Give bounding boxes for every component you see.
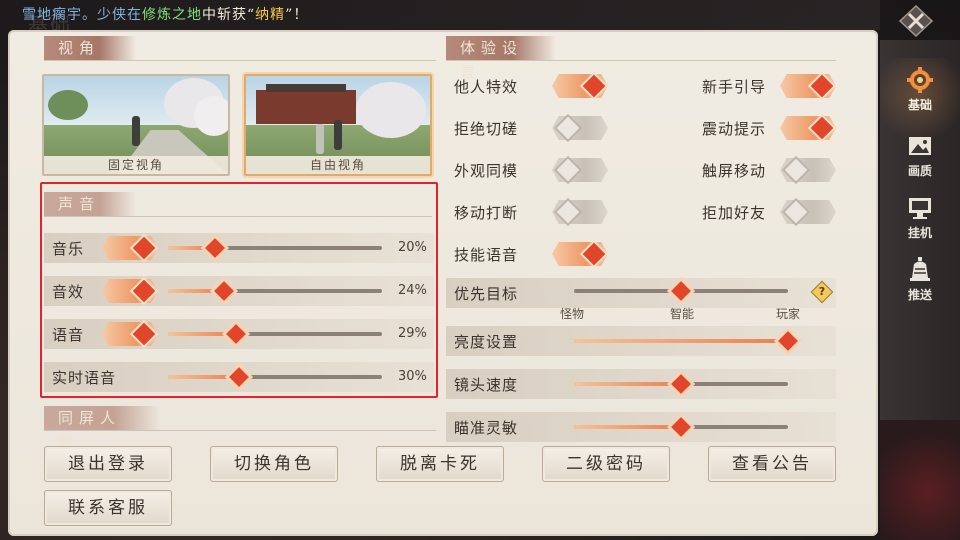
experience-label-7: 拒加好友 <box>702 204 767 222</box>
sound-slider-1[interactable] <box>168 281 382 301</box>
broadcast-mid: 中斩获“ <box>202 7 256 23</box>
slider-knob[interactable] <box>226 324 247 344</box>
experience-label-8: 技能语音 <box>454 246 519 264</box>
experience-toggle-5[interactable] <box>780 158 836 182</box>
sound-label-0: 音乐 <box>52 240 85 258</box>
experience-label-1: 新手引导 <box>702 78 767 96</box>
view-announcement-button[interactable]: 查看公告 <box>708 446 836 482</box>
sound-divider <box>44 216 432 217</box>
sound-percent-1: 24% <box>398 283 427 298</box>
experience-toggle-0[interactable] <box>552 74 608 98</box>
sidebar-item-label: 挂机 <box>907 226 932 240</box>
bell-icon <box>906 256 934 284</box>
monitor-icon <box>906 194 934 222</box>
priority-tick-monster: 怪物 <box>560 307 585 321</box>
experience-label-4: 外观同模 <box>454 162 519 180</box>
slider-knob[interactable] <box>228 367 249 387</box>
sidebar-item-2[interactable]: 挂机 <box>880 188 960 248</box>
sound-toggle-2[interactable] <box>102 322 158 346</box>
gear-icon <box>906 66 934 94</box>
picture-icon <box>906 132 934 160</box>
sidebar-item-3[interactable]: 推送 <box>880 250 960 310</box>
contact-support-button[interactable]: 联系客服 <box>44 490 172 526</box>
broadcast-suffix: ”！ <box>285 7 309 23</box>
dragon-decoration <box>880 420 960 540</box>
slider-knob[interactable] <box>671 281 691 301</box>
experience-slider-1[interactable] <box>574 374 788 394</box>
experience-slider-2[interactable] <box>574 417 788 437</box>
experience-label-3: 震动提示 <box>702 120 767 138</box>
priority-slider[interactable] <box>574 281 788 301</box>
broadcast-place: 修炼之地 <box>142 7 202 23</box>
switch-character-button[interactable]: 切换角色 <box>210 446 338 482</box>
same-screen-section-title: 同屏人数 <box>44 406 160 451</box>
logout-button[interactable]: 退出登录 <box>44 446 172 482</box>
priority-tick-player: 玩家 <box>776 307 801 321</box>
sound-slider-3[interactable] <box>168 367 382 387</box>
experience-slider-label-2: 瞄准灵敏 <box>454 419 519 437</box>
sound-percent-3: 30% <box>398 369 427 384</box>
experience-toggle-6[interactable] <box>552 200 608 224</box>
slider-fill <box>574 339 788 343</box>
view-section-title: 视角 <box>44 36 136 60</box>
sound-slider-2[interactable] <box>168 324 382 344</box>
sidebar-item-label: 基础 <box>907 98 932 112</box>
slider-knob[interactable] <box>205 238 225 258</box>
experience-toggle-4[interactable] <box>552 158 608 182</box>
sidebar-item-label: 画质 <box>907 164 932 178</box>
sound-slider-0[interactable] <box>168 238 382 258</box>
experience-toggle-8[interactable] <box>552 242 608 266</box>
slider-fill <box>574 382 681 386</box>
sidebar-item-label: 推送 <box>907 288 932 302</box>
experience-toggle-3[interactable] <box>780 116 836 140</box>
game-settings-screen: 基础 雪地瘸宇。少侠在修炼之地中斩获“纳精”！ 视角 固定视角 自由视角 声音 … <box>0 0 960 540</box>
experience-slider-0[interactable] <box>574 331 798 351</box>
slider-fill <box>168 375 239 379</box>
experience-label-5: 触屏移动 <box>702 162 767 180</box>
slider-knob[interactable] <box>214 281 235 301</box>
view-option-free[interactable]: 自由视角 <box>244 74 432 176</box>
experience-label-2: 拒绝切磋 <box>454 120 519 138</box>
sound-percent-2: 29% <box>398 326 427 341</box>
close-icon[interactable] <box>896 4 936 38</box>
experience-toggle-2[interactable] <box>552 116 608 140</box>
sound-label-3: 实时语音 <box>52 369 117 387</box>
secondary-password-button[interactable]: 二级密码 <box>542 446 670 482</box>
experience-slider-label-0: 亮度设置 <box>454 333 519 351</box>
sound-toggle-0[interactable] <box>102 236 158 260</box>
broadcast-prefix: 雪地瘸宇。少侠在 <box>22 7 142 23</box>
view-option-fixed[interactable]: 固定视角 <box>42 74 230 176</box>
view-option-label: 固定视角 <box>44 156 228 174</box>
experience-label-6: 移动打断 <box>454 204 519 222</box>
view-option-label: 自由视角 <box>246 156 430 174</box>
sound-label-1: 音效 <box>52 283 85 301</box>
slider-knob[interactable] <box>671 417 691 437</box>
sound-label-2: 语音 <box>52 326 85 344</box>
priority-label: 优先目标 <box>454 285 519 303</box>
sound-section-title: 声音 <box>44 192 136 216</box>
slider-fill <box>574 425 681 429</box>
priority-tick-smart: 智能 <box>670 307 695 321</box>
experience-toggle-7[interactable] <box>780 200 836 224</box>
broadcast-bar: 基础 雪地瘸宇。少侠在修炼之地中斩获“纳精”！ <box>0 0 880 36</box>
experience-toggle-1[interactable] <box>780 74 836 98</box>
view-divider <box>44 60 436 61</box>
sound-toggle-1[interactable] <box>102 279 158 303</box>
sound-percent-0: 20% <box>398 240 427 255</box>
broadcast-message: 雪地瘸宇。少侠在修炼之地中斩获“纳精”！ <box>22 4 308 24</box>
sidebar-item-0[interactable]: 基础 <box>880 60 960 120</box>
slider-knob[interactable] <box>671 374 691 394</box>
experience-section-title: 体验设置 <box>446 36 556 81</box>
same-screen-divider <box>44 430 436 431</box>
sidebar-item-1[interactable]: 画质 <box>880 126 960 186</box>
unstuck-button[interactable]: 脱离卡死 <box>376 446 504 482</box>
experience-divider <box>446 60 836 61</box>
broadcast-item: 纳精 <box>255 7 286 23</box>
experience-label-0: 他人特效 <box>454 78 519 96</box>
experience-slider-label-1: 镜头速度 <box>454 376 519 394</box>
